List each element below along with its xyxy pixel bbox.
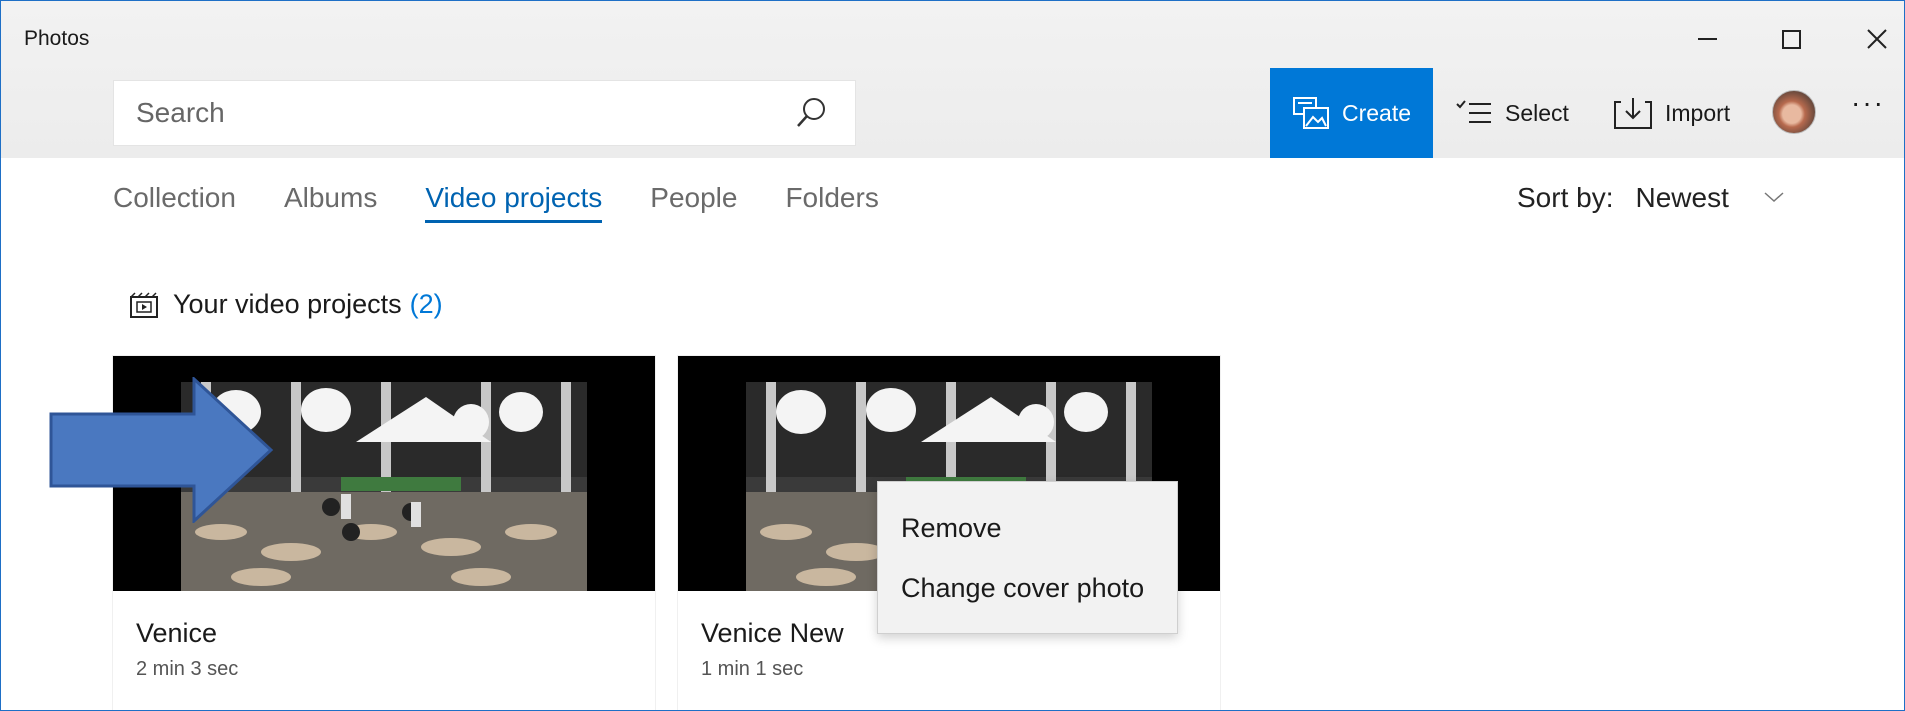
tab-folders[interactable]: Folders [785, 182, 878, 223]
project-title: Venice [136, 618, 218, 648]
search-box[interactable] [113, 80, 856, 146]
maximize-button[interactable] [1761, 15, 1821, 63]
sort-label: Sort by: [1517, 182, 1614, 213]
create-icon [1292, 97, 1329, 129]
project-title: Venice New [701, 618, 844, 648]
view-tabs: Collection Albums Video projects People … [113, 182, 927, 223]
minimize-icon [1697, 38, 1717, 40]
tab-albums[interactable]: Albums [284, 182, 377, 223]
create-button[interactable]: Create [1270, 68, 1433, 158]
project-duration: 2 min 3 sec [136, 658, 239, 680]
import-icon [1614, 98, 1652, 129]
select-icon [1456, 100, 1491, 123]
chevron-down-icon [1764, 192, 1784, 203]
projects-count: (2) [409, 289, 443, 319]
select-button[interactable]: Select [1455, 68, 1569, 158]
tab-people[interactable]: People [650, 182, 737, 223]
menu-item-change-cover-photo[interactable]: Change cover photo [878, 572, 1177, 632]
title-toolbar-area: Photos Create [1, 1, 1904, 158]
tab-collection[interactable]: Collection [113, 182, 236, 223]
sort-dropdown[interactable]: Sort by: Newest [1517, 182, 1785, 214]
search-icon[interactable] [793, 95, 829, 131]
tab-video-projects[interactable]: Video projects [425, 182, 603, 223]
maximize-icon [1781, 29, 1801, 49]
photos-window: Photos Create [0, 0, 1905, 711]
video-projects-heading: Your video projects (2) [129, 289, 443, 320]
projects-heading-text: Your video projects [173, 289, 402, 319]
context-menu: Remove Change cover photo [877, 481, 1178, 634]
sort-value: Newest [1635, 182, 1729, 213]
video-project-icon [130, 291, 158, 318]
import-label: Import [1665, 99, 1731, 126]
create-label: Create [1341, 99, 1412, 126]
search-input[interactable] [136, 97, 736, 129]
close-icon [1867, 29, 1887, 49]
annotation-arrow [49, 377, 274, 523]
minimize-button[interactable] [1677, 15, 1737, 63]
window-title: Photos [24, 27, 90, 50]
project-duration: 1 min 1 sec [701, 658, 804, 680]
menu-item-remove[interactable]: Remove [878, 512, 1177, 572]
close-button[interactable] [1847, 15, 1904, 63]
avatar[interactable] [1772, 90, 1816, 134]
import-button[interactable]: Import [1613, 68, 1730, 158]
more-options-button[interactable]: ··· [1851, 87, 1885, 119]
select-label: Select [1505, 99, 1569, 126]
